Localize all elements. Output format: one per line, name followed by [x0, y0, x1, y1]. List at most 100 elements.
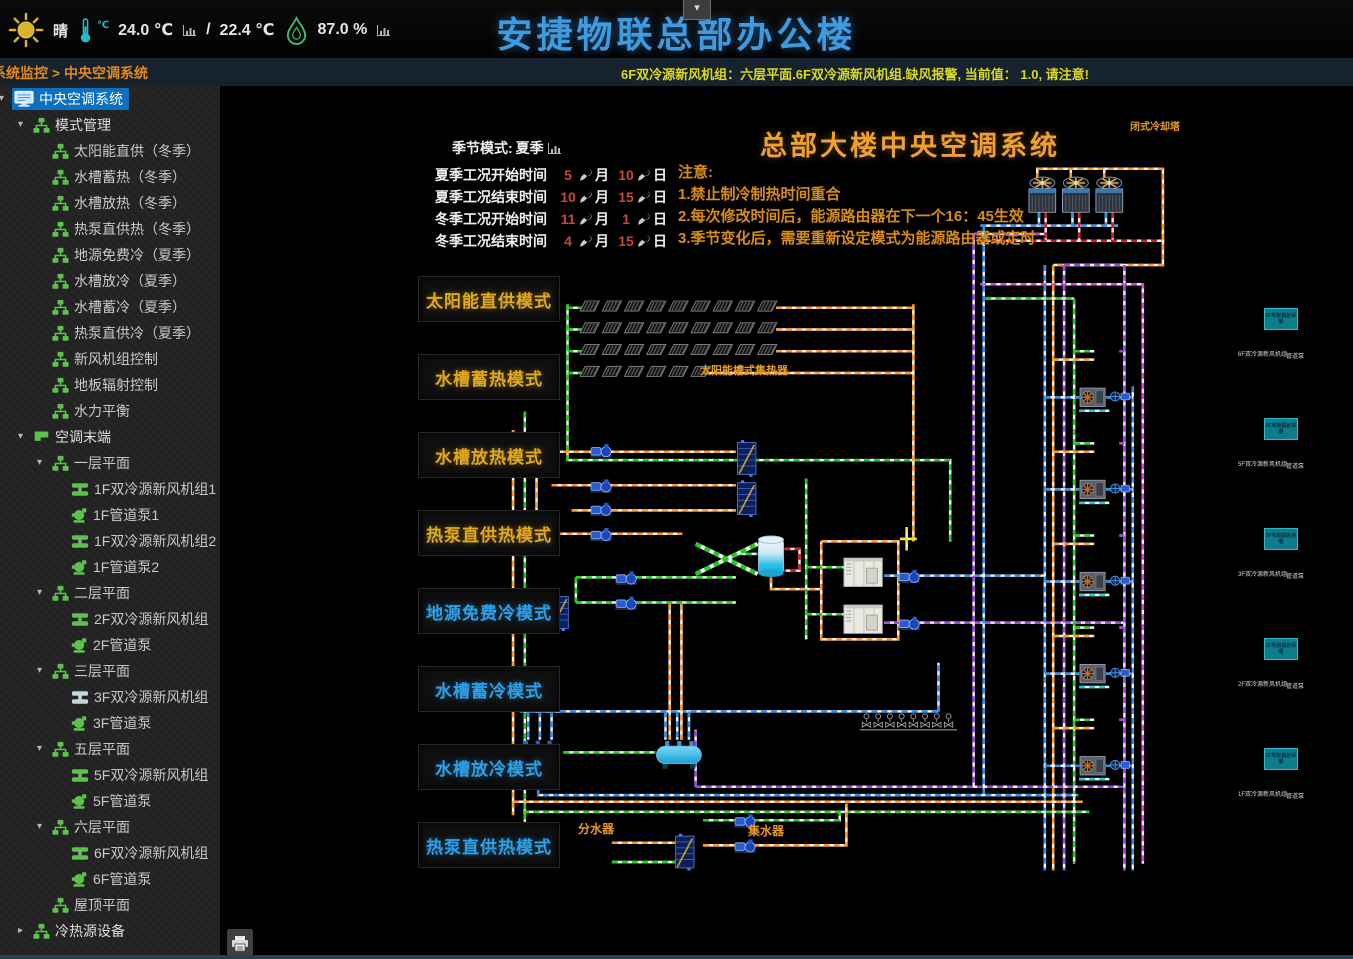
- radiant-unit-5F地板辐射采暖[interactable]: 5F地板辐射采暖: [1264, 418, 1298, 440]
- tree-item-空调末端[interactable]: ▾ 空调末端: [0, 424, 220, 450]
- tree-node[interactable]: 二层平面: [50, 582, 136, 604]
- mode-button-5[interactable]: 地源免费冷模式: [418, 588, 560, 634]
- alarm-message[interactable]: 6F双冷源新风机组：六层平面.6F双冷源新风机组.缺风报警, 当前值： 1.0,…: [560, 64, 1150, 83]
- header-collapse-button[interactable]: ▾: [683, 0, 711, 20]
- tree-node[interactable]: 地源免费冷（夏季）: [50, 244, 206, 266]
- tree-item-水槽放热（冬季）[interactable]: 水槽放热（冬季）: [0, 190, 220, 216]
- schedule-month-value[interactable]: 11: [557, 211, 579, 227]
- tree-node[interactable]: 新风机组控制: [50, 348, 164, 370]
- tree-node[interactable]: 水槽蓄热（冬季）: [50, 166, 192, 188]
- radiant-unit-2F地板辐射采暖[interactable]: 2F地板辐射采暖: [1264, 638, 1298, 660]
- schedule-month-value[interactable]: 5: [557, 167, 579, 183]
- tree-node[interactable]: 模式管理: [31, 114, 117, 136]
- mode-button-6[interactable]: 水槽蓄冷模式: [418, 666, 560, 712]
- mode-button-3[interactable]: 水槽放热模式: [418, 432, 560, 478]
- schedule-day-value[interactable]: 15: [615, 233, 637, 249]
- mode-button-7[interactable]: 水槽放冷模式: [418, 744, 560, 790]
- wrench-icon[interactable]: [579, 212, 593, 226]
- tree-node[interactable]: 太阳能直供（冬季）: [50, 140, 206, 162]
- tree-node[interactable]: 5F双冷源新风机组: [69, 764, 214, 786]
- tree-item-三层平面[interactable]: ▾ 三层平面: [0, 658, 220, 684]
- trend-chart-icon[interactable]: [547, 142, 562, 155]
- wrench-icon[interactable]: [637, 234, 651, 248]
- tree-node[interactable]: 1F双冷源新风机组2: [69, 530, 221, 552]
- radiant-unit-3F地板辐射采暖[interactable]: 3F地板辐射采暖: [1264, 528, 1298, 550]
- tree-node[interactable]: 水槽放热（冬季）: [50, 192, 192, 214]
- wrench-icon[interactable]: [579, 234, 593, 248]
- tree-item-水槽蓄冷（夏季）[interactable]: 水槽蓄冷（夏季）: [0, 294, 220, 320]
- tree-item-3F双冷源新风机组[interactable]: 3F双冷源新风机组: [0, 684, 220, 710]
- chevron-down-icon[interactable]: ▾: [37, 450, 42, 476]
- schedule-day-value[interactable]: 10: [615, 167, 637, 183]
- tree-item-热泵直供冷（夏季）[interactable]: 热泵直供冷（夏季）: [0, 320, 220, 346]
- radiant-unit-1F地板辐射采暖[interactable]: 1F地板辐射采暖: [1264, 748, 1298, 770]
- tree-node[interactable]: 热泵直供冷（夏季）: [50, 322, 206, 344]
- schedule-day-value[interactable]: 15: [615, 189, 637, 205]
- radiant-unit-6F地板辐射采暖[interactable]: 6F地板辐射采暖: [1264, 308, 1298, 330]
- chevron-down-icon[interactable]: ▾: [18, 112, 23, 138]
- tree-node[interactable]: 空调末端: [31, 426, 117, 448]
- breadcrumb[interactable]: 系统监控 > 中央空调系统: [0, 63, 148, 83]
- tree-node[interactable]: 一层平面: [50, 452, 136, 474]
- tree-item-地板辐射控制[interactable]: 地板辐射控制: [0, 372, 220, 398]
- tree-node[interactable]: 2F管道泵: [69, 634, 157, 656]
- tree-item-冷热源设备[interactable]: ▸ 冷热源设备: [0, 918, 220, 944]
- tree-item-六层平面[interactable]: ▾ 六层平面: [0, 814, 220, 840]
- tree-item-热泵直供热（冬季）[interactable]: 热泵直供热（冬季）: [0, 216, 220, 242]
- schedule-day-value[interactable]: 1: [615, 211, 637, 227]
- chevron-down-icon[interactable]: ▾: [0, 86, 4, 112]
- tree-item-1F管道泵1[interactable]: 1F管道泵1: [0, 502, 220, 528]
- tree-node[interactable]: 水槽放冷（夏季）: [50, 270, 192, 292]
- tree-node[interactable]: 6F管道泵: [69, 868, 157, 890]
- tree-item-1F管道泵2[interactable]: 1F管道泵2: [0, 554, 220, 580]
- tree-item-1F双冷源新风机组1[interactable]: 1F双冷源新风机组1: [0, 476, 220, 502]
- print-button[interactable]: [227, 929, 253, 957]
- tree-item-水力平衡[interactable]: 水力平衡: [0, 398, 220, 424]
- tree-item-6F双冷源新风机组[interactable]: 6F双冷源新风机组: [0, 840, 220, 866]
- tree-node[interactable]: 六层平面: [50, 816, 136, 838]
- chevron-down-icon[interactable]: ▾: [37, 658, 42, 684]
- schedule-month-value[interactable]: 4: [557, 233, 579, 249]
- wrench-icon[interactable]: [637, 168, 651, 182]
- mode-button-1[interactable]: 太阳能直供模式: [418, 276, 560, 322]
- mode-button-8[interactable]: 热泵直供热模式: [418, 822, 560, 868]
- tree-node[interactable]: 五层平面: [50, 738, 136, 760]
- tree-node[interactable]: 三层平面: [50, 660, 136, 682]
- mode-button-4[interactable]: 热泵直供热模式: [418, 510, 560, 556]
- trend-chart-icon[interactable]: [376, 24, 391, 37]
- wrench-icon[interactable]: [637, 212, 651, 226]
- tree-node[interactable]: 地板辐射控制: [50, 374, 164, 396]
- tree-item-水槽蓄热（冬季）[interactable]: 水槽蓄热（冬季）: [0, 164, 220, 190]
- tree-item-中央空调系统[interactable]: ▾ 中央空调系统: [0, 86, 220, 112]
- tree-item-5F管道泵[interactable]: 5F管道泵: [0, 788, 220, 814]
- tree-item-2F管道泵[interactable]: 2F管道泵: [0, 632, 220, 658]
- tree-item-6F管道泵[interactable]: 6F管道泵: [0, 866, 220, 892]
- tree-item-五层平面[interactable]: ▾五层平面: [0, 736, 220, 762]
- tree-item-新风机组控制[interactable]: 新风机组控制: [0, 346, 220, 372]
- chevron-down-icon[interactable]: ▾: [37, 580, 42, 606]
- trend-chart-icon[interactable]: [182, 24, 197, 37]
- wrench-icon[interactable]: [579, 168, 593, 182]
- tree-node[interactable]: 中央空调系统: [12, 88, 129, 110]
- tree-node[interactable]: 3F管道泵: [69, 712, 157, 734]
- tree-node[interactable]: 1F双冷源新风机组1: [69, 478, 221, 500]
- tree-node[interactable]: 2F双冷源新风机组: [69, 608, 214, 630]
- tree-item-一层平面[interactable]: ▾ 一层平面: [0, 450, 220, 476]
- tree-item-屋顶平面[interactable]: 屋顶平面: [0, 892, 220, 918]
- tree-item-1F双冷源新风机组2[interactable]: 1F双冷源新风机组2: [0, 528, 220, 554]
- tree-node[interactable]: 1F管道泵2: [69, 556, 165, 578]
- tree-node[interactable]: 冷热源设备: [31, 920, 131, 942]
- tree-node[interactable]: 水槽蓄冷（夏季）: [50, 296, 192, 318]
- wrench-icon[interactable]: [637, 190, 651, 204]
- chevron-down-icon[interactable]: ▾: [37, 814, 42, 840]
- tree-item-二层平面[interactable]: ▾ 二层平面: [0, 580, 220, 606]
- tree-item-2F双冷源新风机组[interactable]: 2F双冷源新风机组: [0, 606, 220, 632]
- tree-node[interactable]: 3F双冷源新风机组: [69, 686, 214, 708]
- tree-item-模式管理[interactable]: ▾ 模式管理: [0, 112, 220, 138]
- chevron-down-icon[interactable]: ▾: [18, 424, 23, 450]
- tree-node[interactable]: 屋顶平面: [50, 894, 136, 916]
- chevron-right-icon[interactable]: ▸: [18, 918, 23, 944]
- tree-node[interactable]: 6F双冷源新风机组: [69, 842, 214, 864]
- tree-item-5F双冷源新风机组[interactable]: 5F双冷源新风机组: [0, 762, 220, 788]
- mode-button-2[interactable]: 水槽蓄热模式: [418, 354, 560, 400]
